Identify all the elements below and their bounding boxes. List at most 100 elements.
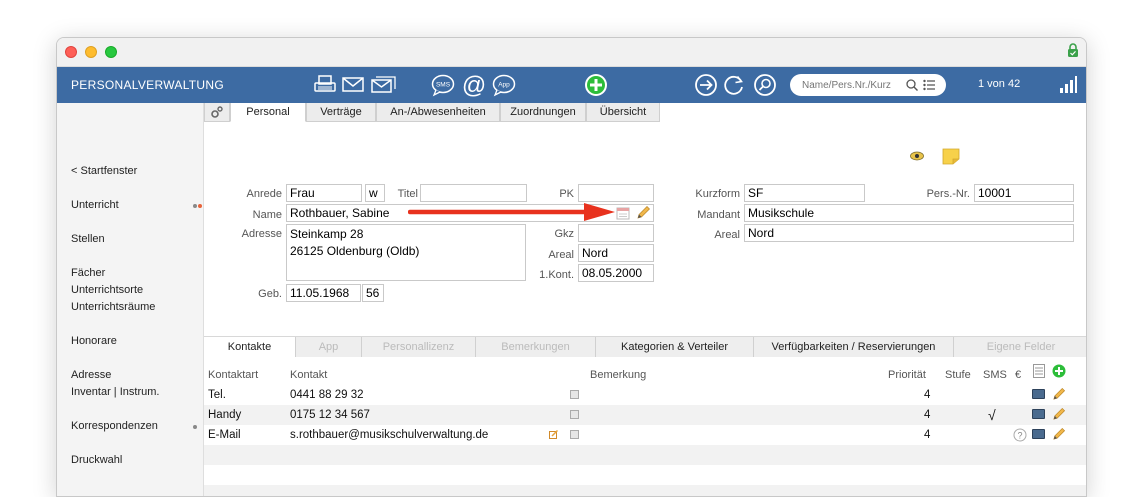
adresse-field[interactable]: Steinkamp 28 26125 Oldenburg (Oldb) bbox=[286, 224, 526, 281]
tab-vertraege[interactable]: Verträge bbox=[306, 103, 376, 122]
sticky-note-icon[interactable] bbox=[942, 148, 960, 165]
sidebar-item-unterrichtsorte[interactable]: Unterrichtsorte bbox=[71, 284, 143, 296]
contact-priority: 4 bbox=[924, 429, 931, 441]
tab-kategorien[interactable]: Kategorien & Verteiler bbox=[596, 337, 754, 357]
monitor-icon[interactable] bbox=[1032, 389, 1045, 399]
kont-field[interactable]: 08.05.2000 bbox=[578, 264, 654, 282]
next-record-icon[interactable] bbox=[694, 72, 718, 98]
contact-value: 0175 12 34 567 bbox=[290, 409, 370, 421]
email-icon[interactable] bbox=[342, 72, 364, 98]
minimize-window-button[interactable] bbox=[85, 46, 97, 58]
add-contact-icon[interactable] bbox=[1052, 364, 1066, 378]
geburtsdatum-field[interactable]: 11.05.1968 bbox=[286, 284, 361, 302]
edit-pencil-icon[interactable] bbox=[1052, 407, 1066, 421]
sms-icon[interactable]: SMS bbox=[431, 72, 455, 98]
app-window: PERSONALVERWALTUNG SMS @ App Name/Pers.N… bbox=[56, 37, 1087, 497]
monitor-icon[interactable] bbox=[1032, 409, 1045, 419]
persnr-label: Pers.-Nr. bbox=[926, 188, 970, 200]
print-icon[interactable] bbox=[314, 72, 336, 98]
table-row[interactable]: Handy 0175 12 34 567 4 √ bbox=[204, 405, 1086, 425]
tab-zuordnungen[interactable]: Zuordnungen bbox=[500, 103, 586, 122]
svg-text:SMS: SMS bbox=[436, 82, 451, 89]
search-options-icon[interactable] bbox=[923, 79, 936, 91]
sidebar-item-druckwahl[interactable]: Druckwahl bbox=[71, 454, 122, 466]
svg-text:@: @ bbox=[462, 72, 486, 98]
app-message-icon[interactable]: App bbox=[492, 72, 516, 98]
edit-pencil-icon[interactable] bbox=[1052, 387, 1066, 401]
edit-pencil-icon[interactable] bbox=[1052, 427, 1066, 441]
zoom-window-button[interactable] bbox=[105, 46, 117, 58]
tab-app[interactable]: App bbox=[296, 337, 362, 357]
areal2-label: Areal bbox=[714, 229, 740, 241]
magnifier-icon[interactable] bbox=[905, 78, 919, 92]
search-bar bbox=[790, 74, 946, 96]
sidebar-item-startfenster[interactable]: < Startfenster bbox=[71, 165, 137, 177]
titel-field[interactable] bbox=[420, 184, 527, 202]
sidebar-item-korrespondenzen[interactable]: Korrespondenzen bbox=[71, 420, 158, 432]
sidebar-item-faecher[interactable]: Fächer bbox=[71, 267, 105, 279]
sidebar-item-honorare[interactable]: Honorare bbox=[71, 335, 117, 347]
edit-pencil-icon[interactable] bbox=[636, 205, 651, 220]
list-view-icon[interactable] bbox=[1033, 364, 1045, 378]
sidebar-item-inventar[interactable]: Inventar | Instrum. bbox=[71, 386, 159, 398]
close-window-button[interactable] bbox=[65, 46, 77, 58]
title-bar bbox=[57, 38, 1086, 67]
alter-field: 56 bbox=[362, 284, 384, 302]
mandant-label: Mandant bbox=[697, 209, 740, 221]
gender-field[interactable]: w bbox=[365, 184, 385, 202]
note-icon[interactable] bbox=[570, 390, 579, 399]
toolbar: PERSONALVERWALTUNG SMS @ App Name/Pers.N… bbox=[57, 67, 1086, 103]
tab-eigene-felder[interactable]: Eigene Felder bbox=[954, 337, 1086, 357]
sidebar-indicator-dot bbox=[193, 425, 197, 429]
add-record-icon[interactable] bbox=[584, 72, 608, 98]
monitor-icon[interactable] bbox=[1032, 429, 1045, 439]
contact-priority: 4 bbox=[924, 389, 931, 401]
sidebar-indicator-dot bbox=[198, 204, 202, 208]
search-input[interactable] bbox=[802, 77, 902, 93]
persnr-field[interactable]: 10001 bbox=[974, 184, 1074, 202]
refresh-icon[interactable] bbox=[722, 72, 746, 98]
sidebar-item-unterricht[interactable]: Unterricht bbox=[71, 199, 119, 211]
tab-abwesenheiten[interactable]: An-/Abwesenheiten bbox=[376, 103, 500, 122]
at-sign-icon[interactable]: @ bbox=[461, 72, 487, 98]
pk-field[interactable] bbox=[578, 184, 654, 202]
column-header-sms: SMS bbox=[983, 369, 1007, 381]
search-icon[interactable] bbox=[753, 72, 777, 98]
tab-kontakte[interactable]: Kontakte bbox=[204, 337, 296, 357]
note-icon[interactable] bbox=[570, 410, 579, 419]
calendar-icon[interactable] bbox=[616, 206, 630, 220]
compose-email-icon[interactable] bbox=[549, 430, 558, 439]
gkz-field[interactable] bbox=[578, 224, 654, 242]
statistics-icon[interactable] bbox=[1059, 76, 1077, 93]
anrede-field[interactable]: Frau bbox=[286, 184, 362, 202]
column-header-prioritaet: Priorität bbox=[888, 369, 926, 381]
eye-icon[interactable] bbox=[910, 151, 924, 161]
tab-bemerkungen[interactable]: Bemerkungen bbox=[476, 337, 596, 357]
record-counter: 1 von 42 bbox=[978, 78, 1021, 90]
tab-verfuegbarkeiten[interactable]: Verfügbarkeiten / Reservierungen bbox=[754, 337, 954, 357]
mandant-field[interactable]: Musikschule bbox=[744, 204, 1074, 222]
help-icon[interactable]: ? bbox=[1013, 428, 1027, 442]
areal2-field[interactable]: Nord bbox=[744, 224, 1074, 242]
geb-label: Geb. bbox=[258, 288, 282, 300]
sidebar-item-unterrichtsraeume[interactable]: Unterrichtsräume bbox=[71, 301, 155, 313]
note-icon[interactable] bbox=[570, 430, 579, 439]
tab-personallizenz[interactable]: Personallizenz bbox=[362, 337, 476, 357]
serial-email-icon[interactable] bbox=[371, 72, 397, 98]
annotation-arrow-icon bbox=[408, 203, 615, 221]
sidebar-item-stellen[interactable]: Stellen bbox=[71, 233, 105, 245]
kurzform-label: Kurzform bbox=[695, 188, 740, 200]
table-row[interactable]: E-Mail s.rothbauer@musikschulverwaltung.… bbox=[204, 425, 1086, 445]
column-header-bemerkung: Bemerkung bbox=[590, 369, 647, 381]
sidebar-item-adresse[interactable]: Adresse bbox=[71, 369, 111, 381]
kurzform-field[interactable]: SF bbox=[744, 184, 865, 202]
settings-tab[interactable] bbox=[204, 103, 230, 122]
lock-icon bbox=[1068, 43, 1078, 57]
areal-field[interactable]: Nord bbox=[578, 244, 654, 262]
tab-uebersicht[interactable]: Übersicht bbox=[586, 103, 660, 122]
tab-personal[interactable]: Personal bbox=[230, 103, 306, 122]
name-label: Name bbox=[252, 209, 282, 221]
table-row[interactable]: Tel. 0441 88 29 32 4 bbox=[204, 385, 1086, 405]
table-row-empty bbox=[204, 485, 1086, 496]
contact-value: 0441 88 29 32 bbox=[290, 389, 364, 401]
